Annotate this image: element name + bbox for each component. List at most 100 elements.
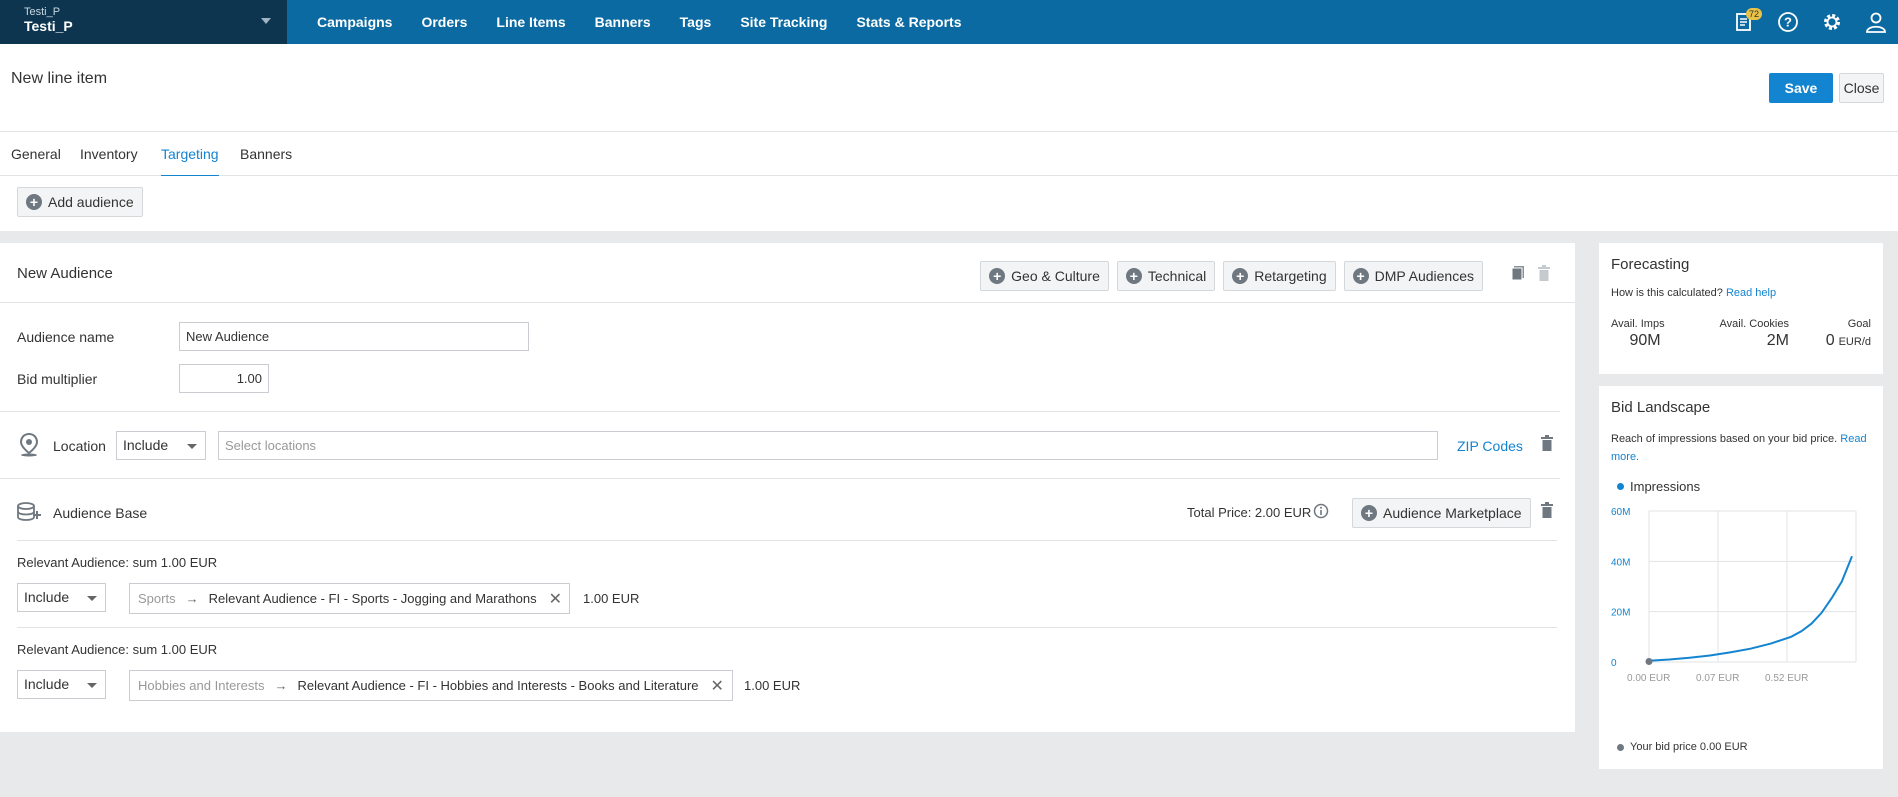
- bid-multiplier-input[interactable]: 1.00: [179, 364, 269, 393]
- audience-title: New Audience: [17, 265, 113, 282]
- location-mode-select[interactable]: Include: [116, 431, 206, 460]
- bid-price-footer: Your bid price 0.00 EUR: [1617, 741, 1748, 753]
- total-price-text: Total Price: 2.00 EUR: [1187, 505, 1312, 520]
- y-tick-label: 0: [1611, 658, 1617, 669]
- save-button[interactable]: Save: [1769, 73, 1833, 103]
- nav-line-items[interactable]: Line Items: [496, 14, 565, 30]
- bid-multiplier-row: Bid multiplier: [17, 371, 179, 387]
- segment-mode-value: Include: [24, 676, 70, 692]
- bid-landscape-panel: Bid Landscape Reach of impressions based…: [1599, 386, 1883, 769]
- avail-imps-label: Avail. Imps: [1611, 318, 1665, 330]
- goal-stat: Goal 0 EUR/d: [1791, 318, 1871, 350]
- nav-orders[interactable]: Orders: [421, 14, 467, 30]
- account-sub-label: Testi_P: [24, 6, 61, 18]
- segment-chip: Hobbies and Interests → Relevant Audienc…: [129, 670, 733, 701]
- dmp-audiences-button[interactable]: + DMP Audiences: [1343, 261, 1483, 291]
- location-label: Location: [53, 438, 106, 454]
- segment-mode-value: Include: [24, 589, 70, 605]
- y-tick-label: 20M: [1611, 608, 1630, 619]
- bid-price-dot-icon: [1617, 743, 1624, 751]
- chevron-down-icon: [187, 444, 197, 449]
- audience-panel: New Audience + Geo & Culture + Technical +…: [0, 243, 1575, 732]
- select-locations-input[interactable]: Select locations: [218, 431, 1438, 460]
- tab-general[interactable]: General: [11, 146, 61, 162]
- zip-codes-link[interactable]: ZIP Codes: [1457, 438, 1523, 454]
- goal-unit: EUR/d: [1838, 336, 1871, 348]
- y-tick-label: 60M: [1611, 507, 1630, 518]
- segment-price: 1.00 EUR: [583, 591, 640, 606]
- notifications-badge: 72: [1746, 8, 1763, 20]
- segment-name: Relevant Audience - FI - Hobbies and Int…: [297, 678, 699, 693]
- close-button[interactable]: Close: [1839, 73, 1884, 103]
- notifications-icon[interactable]: 72: [1722, 0, 1766, 44]
- account-switcher[interactable]: Testi_P Testi_P: [0, 0, 287, 44]
- top-navbar: Testi_P Testi_P Campaigns Orders Line It…: [0, 0, 1898, 44]
- tab-banners[interactable]: Banners: [240, 146, 292, 162]
- technical-label: Technical: [1147, 268, 1207, 284]
- goal-label: Goal: [1847, 318, 1871, 330]
- nav-stats-reports[interactable]: Stats & Reports: [856, 14, 961, 30]
- trash-icon[interactable]: [1540, 502, 1554, 518]
- x-tick-label: 0.52 EUR: [1765, 673, 1808, 684]
- segment-chip: Sports → Relevant Audience - FI - Sports…: [129, 583, 570, 614]
- bid-multiplier-label: Bid multiplier: [17, 371, 98, 387]
- plus-icon: +: [1232, 268, 1249, 284]
- tab-inventory[interactable]: Inventory: [80, 146, 138, 162]
- geo-culture-button[interactable]: + Geo & Culture: [980, 261, 1109, 291]
- avail-imps-value: 90M: [1629, 332, 1661, 349]
- plus-icon: +: [989, 268, 1006, 284]
- audience-actions: + Geo & Culture + Technical + Retargeting +…: [980, 261, 1483, 291]
- divider: [0, 411, 1560, 412]
- plus-icon: +: [1125, 268, 1142, 284]
- forecast-question: How is this calculated?: [1611, 287, 1723, 299]
- bid-landscape-text: Reach of impressions based on your bid p…: [1611, 433, 1838, 445]
- info-icon[interactable]: [1313, 503, 1329, 519]
- segment-mode-select[interactable]: Include: [17, 583, 106, 612]
- line-item-tabs: General Inventory Targeting Banners: [0, 132, 1898, 177]
- dmp-audiences-label: DMP Audiences: [1374, 268, 1474, 284]
- segment-category: Sports: [138, 591, 176, 606]
- audience-header: New Audience + Geo & Culture + Technical +…: [0, 243, 1575, 303]
- avail-imps-stat: Avail. Imps 90M: [1611, 318, 1699, 350]
- trash-icon[interactable]: [1537, 265, 1551, 281]
- location-pin-icon: [19, 433, 39, 457]
- tab-targeting[interactable]: Targeting: [161, 146, 219, 177]
- nav-tags[interactable]: Tags: [680, 14, 712, 30]
- help-icon[interactable]: ?: [1766, 0, 1810, 44]
- nav-campaigns[interactable]: Campaigns: [317, 14, 392, 30]
- page-title: New line item: [11, 70, 108, 87]
- segment-mode-select[interactable]: Include: [17, 670, 106, 699]
- location-mode-value: Include: [123, 437, 169, 453]
- read-help-link[interactable]: Read help: [1726, 287, 1776, 299]
- chevron-down-icon: [87, 683, 97, 688]
- forecasting-title: Forecasting: [1611, 256, 1690, 273]
- audience-marketplace-button[interactable]: + Audience Marketplace: [1352, 498, 1531, 528]
- copy-icon[interactable]: [1511, 265, 1525, 281]
- svg-text:?: ?: [1784, 15, 1792, 30]
- retargeting-button[interactable]: + Retargeting: [1223, 261, 1336, 291]
- remove-segment-icon[interactable]: ✕: [711, 676, 724, 696]
- audience-header-icons: [1511, 265, 1551, 281]
- user-profile-icon[interactable]: [1854, 0, 1898, 44]
- legend-dot-icon: [1617, 483, 1624, 490]
- audience-name-input[interactable]: New Audience: [179, 322, 529, 351]
- divider: [17, 540, 1557, 541]
- add-audience-bar: + Add audience: [0, 176, 1898, 231]
- forecast-help-row: How is this calculated? Read help: [1611, 287, 1776, 299]
- avail-cookies-value: 2M: [1766, 332, 1789, 349]
- audience-base-label: Audience Base: [53, 505, 148, 521]
- y-tick-label: 40M: [1611, 557, 1630, 568]
- nav-site-tracking[interactable]: Site Tracking: [740, 14, 827, 30]
- settings-gear-icon[interactable]: [1810, 0, 1854, 44]
- plus-icon: +: [1361, 505, 1377, 521]
- trash-icon[interactable]: [1540, 435, 1554, 451]
- add-audience-button[interactable]: + Add audience: [17, 187, 143, 217]
- audience-name-label: Audience name: [17, 329, 115, 345]
- x-tick-label: 0.00 EUR: [1627, 673, 1670, 684]
- nav-banners[interactable]: Banners: [595, 14, 651, 30]
- remove-segment-icon[interactable]: ✕: [549, 589, 562, 609]
- impressions-line: [1648, 555, 1853, 662]
- avail-cookies-label: Avail. Cookies: [1719, 318, 1790, 330]
- main-nav: Campaigns Orders Line Items Banners Tags…: [317, 14, 991, 30]
- technical-button[interactable]: + Technical: [1116, 261, 1216, 291]
